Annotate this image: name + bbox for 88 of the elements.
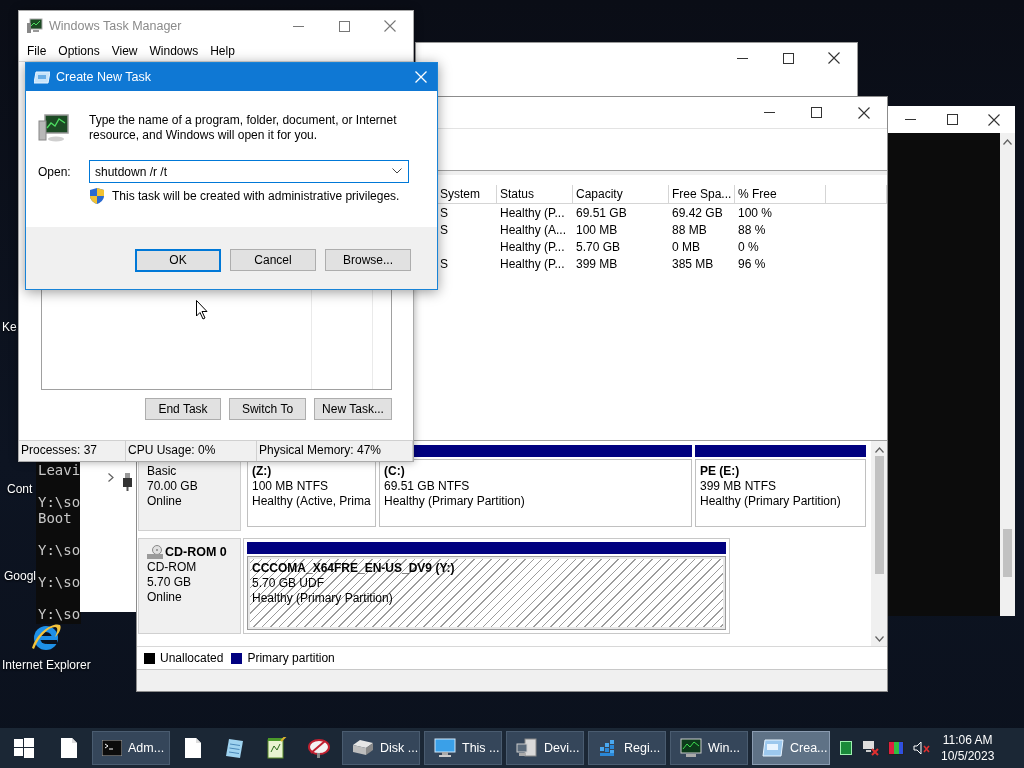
partition-label: (Z:) (252, 464, 272, 479)
taskbar-button[interactable]: Devi... (506, 731, 584, 765)
status-text: Processes: 37 (19, 441, 126, 461)
table-cell: S (440, 222, 448, 237)
partition-size: 399 MB NTFS (700, 479, 777, 494)
column-header[interactable]: % Free (735, 185, 826, 203)
table-cell: Healthy (A... (500, 222, 567, 237)
dialog-title: Create New Task (56, 70, 151, 84)
console-line: Y:\so (38, 574, 81, 590)
column-header[interactable]: Capacity (573, 185, 669, 203)
column-header[interactable]: Free Spa... (669, 185, 735, 203)
dialog-button[interactable]: Browse... (325, 249, 411, 271)
partition-block[interactable]: PE (E:) 399 MB NTFS Healthy (Primary Partition) (695, 459, 866, 527)
task-button[interactable]: New Task... (314, 398, 392, 420)
table-cell: S (440, 256, 448, 271)
menu-item[interactable]: Help (204, 41, 241, 61)
disk-name: CD-ROM 0 (165, 545, 227, 559)
open-field[interactable]: shutdown /r /t (89, 160, 409, 183)
taskbar-button[interactable]: Disk ... (342, 731, 420, 765)
table-cell: 96 % (738, 256, 766, 271)
console-line: Boot (38, 510, 72, 526)
table-cell: 0 MB (672, 239, 700, 254)
partition-status: Healthy (Active, Prima (252, 494, 371, 509)
disk-info: 70.00 GB (147, 479, 199, 494)
disk-info: CD-ROM (147, 560, 198, 575)
table-cell: Healthy (P... (500, 205, 565, 220)
partition-block[interactable]: (C:) 69.51 GB NTFS Healthy (Primary Partition) (379, 459, 692, 527)
partition-label: PE (E:) (700, 464, 740, 479)
task-button[interactable]: Switch To (229, 398, 306, 420)
partition-size: 100 MB NTFS (252, 479, 329, 494)
console-line: Leavi (38, 462, 81, 478)
table-cell: 0 % (738, 239, 759, 254)
table-cell: Healthy (P... (500, 239, 565, 254)
desktop-icon-label[interactable]: Googl (4, 569, 37, 583)
console-line: Y:\so (38, 606, 81, 622)
table-cell: 5.70 GB (576, 239, 621, 254)
table-cell: S (440, 205, 448, 220)
partition-block[interactable]: (Z:) 100 MB NTFS Healthy (Active, Prima (247, 459, 376, 527)
column-header[interactable]: System (437, 185, 497, 203)
table-cell: 100 MB (576, 222, 618, 237)
partition-status: Healthy (Primary Partition) (384, 494, 525, 509)
window-title: Windows Task Manager (49, 19, 182, 33)
task-button[interactable]: End Task (145, 398, 221, 420)
menu-item[interactable]: Windows (143, 41, 205, 61)
menu-item[interactable]: View (105, 41, 144, 61)
taskbar-button[interactable]: Win... (670, 731, 748, 765)
legend-label: Primary partition (247, 651, 335, 665)
partition-status: Healthy (Primary Partition) (700, 494, 841, 509)
table-cell: 69.51 GB (576, 205, 627, 220)
open-label: Open: (38, 164, 72, 179)
console-line: Y:\so (38, 542, 81, 558)
table-cell: 399 MB (576, 256, 618, 271)
column-header[interactable]: Status (497, 185, 573, 203)
admin-note: This task will be created with administrative privileges. (112, 189, 400, 203)
dialog-button[interactable]: Cancel (230, 249, 316, 271)
console-line: Y:\so (38, 494, 81, 510)
taskbar-button[interactable]: Crea... (752, 731, 830, 765)
dialog-button[interactable]: OK (135, 248, 221, 272)
menu-item[interactable]: Options (52, 41, 106, 61)
taskbar-button[interactable]: This ... (424, 731, 502, 765)
taskbar-button[interactable]: Adm... (92, 731, 170, 765)
partition-block[interactable]: CCCOMA_X64FRE_EN-US_DV9 (Y:) 5.70 GB UDF Healthy (Primary Partition) (247, 556, 726, 630)
legend-label: Unallocated (160, 651, 224, 665)
status-text: CPU Usage: 0% (126, 441, 257, 461)
disk-info: 5.70 GB (147, 575, 193, 590)
table-cell: 88 % (738, 222, 766, 237)
status-text: Physical Memory: 47% (257, 441, 413, 461)
partition-size: 5.70 GB UDF (252, 576, 325, 591)
table-cell: 100 % (738, 205, 773, 220)
dialog-message: Type the name of a program, folder, document, or Internet resource, and Windows will open it for you. (89, 113, 398, 143)
table-cell: 69.42 GB (672, 205, 723, 220)
disk-info: Online (147, 494, 183, 509)
taskbar-button[interactable]: Regi... (588, 731, 666, 765)
disk-info: Online (147, 590, 183, 605)
table-cell: 88 MB (672, 222, 707, 237)
partition-label: (C:) (384, 464, 405, 479)
menu-item[interactable]: File (21, 41, 53, 61)
disk-info: Basic (147, 464, 178, 479)
clock-time[interactable]: 11:06 AM (942, 732, 993, 748)
table-cell: Healthy (P... (500, 256, 565, 271)
desktop-icon-label[interactable]: Ke (2, 320, 17, 334)
desktop-icon-label[interactable]: Cont (7, 482, 33, 496)
clock-date[interactable]: 10/5/2023 (941, 748, 995, 764)
partition-label: CCCOMA_X64FRE_EN-US_DV9 (Y:) (252, 561, 455, 576)
partition-size: 69.51 GB NTFS (384, 479, 470, 494)
partition-status: Healthy (Primary Partition) (252, 591, 393, 606)
desktop-icon-label[interactable]: Internet Explorer (2, 658, 91, 672)
table-cell: 385 MB (672, 256, 714, 271)
